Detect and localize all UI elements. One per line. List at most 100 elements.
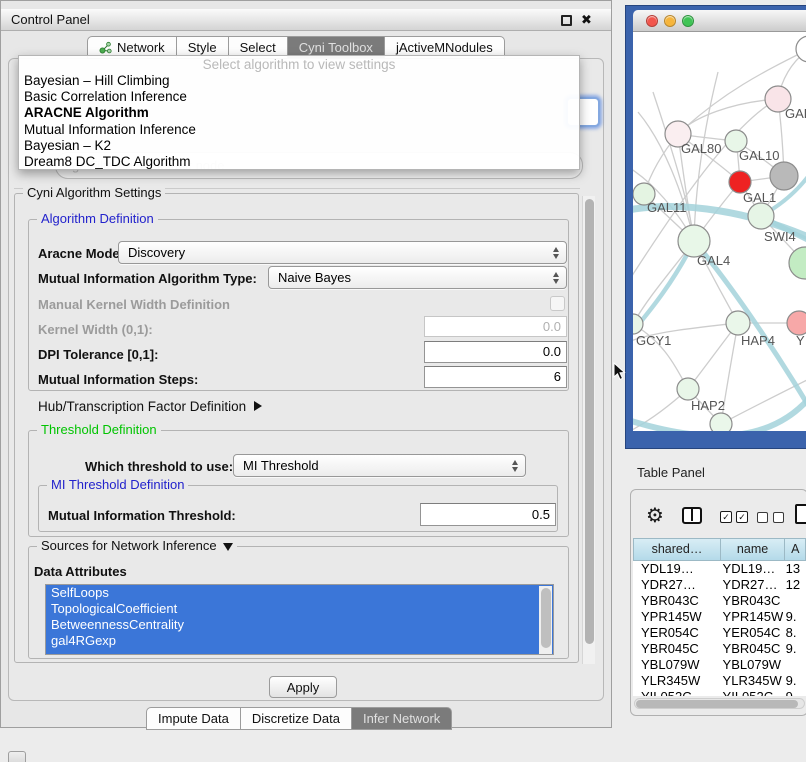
zoom-traffic-light-icon[interactable] [682, 15, 694, 27]
which-threshold-select[interactable]: MI Threshold [233, 454, 526, 477]
close-icon[interactable]: ✖ [581, 12, 592, 28]
data-attributes-list[interactable]: SelfLoopsTopologicalCoefficientBetweenne… [45, 584, 554, 655]
mi-type-select[interactable]: Naive Bayes [268, 266, 567, 289]
control-panel-titlebar[interactable]: Control Panel ✖ [1, 9, 611, 31]
stepper-arrows-icon [553, 272, 559, 284]
data-attributes-label: Data Attributes [34, 564, 127, 579]
tab-discretize-data[interactable]: Discretize Data [240, 707, 352, 730]
hub-definition-label: Hub/Transcription Factor Definition [38, 399, 246, 414]
table-row[interactable]: YBR045CYBR045C9. [633, 641, 806, 657]
table-row[interactable]: YLR345WYLR345W9. [633, 673, 806, 689]
table-row[interactable]: YBR043CYBR043C [633, 593, 806, 609]
network-node-label: GAL [785, 106, 806, 121]
network-node[interactable] [633, 314, 643, 334]
column-header-shared-name[interactable]: shared… [633, 538, 721, 561]
table-header: shared… name A [633, 538, 806, 561]
deselect-all-columns-icon[interactable] [757, 512, 784, 523]
data-attribute-item[interactable]: TopologicalCoefficient [46, 601, 553, 617]
network-edge-teal[interactable] [694, 241, 806, 422]
mi-steps-field[interactable]: 6 [424, 366, 567, 388]
table-row[interactable]: YBL079WYBL079W [633, 657, 806, 673]
table-row[interactable]: YDL19…YDL19…13 [633, 561, 806, 577]
aracne-mode-label: Aracne Mode: [38, 246, 124, 261]
float-window-icon[interactable] [561, 15, 572, 26]
network-node-label: GAL4 [697, 253, 730, 268]
column-layout-icon[interactable] [682, 507, 702, 524]
tab-infer-network[interactable]: Infer Network [351, 707, 452, 730]
stepper-arrows-icon [512, 460, 518, 472]
minimize-traffic-light-icon[interactable] [664, 15, 676, 27]
export-table-icon[interactable] [795, 504, 806, 524]
attributes-list-scrollbar[interactable] [539, 586, 552, 654]
close-traffic-light-icon[interactable] [646, 15, 658, 27]
data-attribute-item[interactable]: SelfLoops [46, 585, 553, 601]
algorithm-definition-title: Algorithm Definition [37, 211, 158, 226]
data-attribute-item[interactable]: BetweennessCentrality [46, 617, 553, 633]
aracne-mode-value: Discovery [128, 245, 185, 260]
dpi-tolerance-field[interactable]: 0.0 [424, 341, 567, 363]
network-node[interactable] [796, 36, 806, 62]
settings-group-title: Cyni Algorithm Settings [23, 185, 165, 200]
data-attribute-item[interactable]: gal4RGexp [46, 633, 553, 649]
mi-threshold-group-title: MI Threshold Definition [47, 477, 188, 492]
network-node-label: GAL10 [739, 148, 779, 163]
threshold-definition-title: Threshold Definition [37, 422, 161, 437]
attributes-scrollbar-thumb[interactable] [541, 588, 551, 648]
network-node[interactable] [748, 203, 774, 229]
kernel-width-label: Kernel Width (0,1): [38, 322, 153, 337]
manual-kernel-label: Manual Kernel Width Definition [38, 297, 230, 312]
hub-definition-toggle[interactable]: Hub/Transcription Factor Definition [38, 399, 262, 414]
network-node[interactable] [789, 247, 806, 279]
column-header-name[interactable]: name [720, 538, 785, 561]
network-window-titlebar[interactable] [633, 10, 806, 32]
collapsed-arrow-icon [254, 401, 262, 411]
table-panel-title: Table Panel [637, 465, 705, 480]
screen: Control Panel ✖ Network Style Select Cyn… [0, 0, 806, 762]
gear-icon[interactable]: ⚙ [646, 506, 664, 526]
settings-scrollbar[interactable] [582, 196, 595, 664]
network-node[interactable] [677, 378, 699, 400]
apply-button[interactable]: Apply [269, 676, 337, 698]
dpi-tolerance-label: DPI Tolerance [0,1]: [38, 347, 158, 362]
table-row[interactable]: YDR27…YDR27…12 [633, 577, 806, 593]
manual-kernel-checkbox[interactable] [550, 296, 565, 311]
dropdown-header: Select algorithm to view settings [19, 57, 579, 73]
network-node[interactable] [726, 311, 750, 335]
table-row[interactable]: YIL052CYIL052C9. [633, 689, 806, 696]
network-canvas[interactable]: GALGAL80GAL10GAL1GAL11SWI4GAL4GCY1HAP4YH… [633, 32, 806, 431]
expanded-arrow-icon [223, 543, 233, 551]
tab-impute-data[interactable]: Impute Data [146, 707, 241, 730]
network-node[interactable] [770, 162, 798, 190]
network-svg: GALGAL80GAL10GAL1GAL11SWI4GAL4GCY1HAP4YH… [633, 32, 806, 431]
network-edge[interactable] [678, 99, 778, 134]
mi-threshold-field[interactable]: 0.5 [420, 503, 556, 526]
network-node-label: SWI4 [764, 229, 796, 244]
column-header-partial[interactable]: A [784, 538, 806, 561]
network-node-label: Y [796, 333, 805, 348]
select-all-columns-icon[interactable]: ✓✓ [720, 511, 748, 523]
bottom-tabs: Impute Data Discretize Data Infer Networ… [146, 707, 452, 730]
table-row[interactable]: YER054CYER054C8. [633, 625, 806, 641]
network-node[interactable] [787, 311, 806, 335]
network-node[interactable] [710, 413, 732, 431]
sources-group-title[interactable]: Sources for Network Inference [37, 538, 237, 553]
algorithm-option[interactable]: Mutual Information Inference [19, 122, 579, 138]
algorithm-option[interactable]: Bayesian – K2 [19, 138, 579, 154]
network-window: GALGAL80GAL10GAL1GAL11SWI4GAL4GCY1HAP4YH… [625, 5, 806, 449]
algorithm-option[interactable]: Dream8 DC_TDC Algorithm [19, 154, 579, 170]
tab-network-label: Network [117, 40, 165, 55]
table-hscrollbar-thumb[interactable] [636, 700, 798, 708]
settings-scrollbar-thumb[interactable] [585, 199, 594, 644]
table-horizontal-scrollbar[interactable] [634, 698, 805, 709]
network-node-label: HAP2 [691, 398, 725, 413]
network-node-label: GCY1 [636, 333, 671, 348]
kernel-width-field[interactable]: 0.0 [424, 316, 567, 337]
network-node-label: GAL1 [743, 190, 776, 205]
network-edge[interactable] [694, 72, 718, 241]
algorithm-option[interactable]: ARACNE Algorithm [19, 105, 579, 121]
table-row[interactable]: YPR145WYPR145W9. [633, 609, 806, 625]
algorithm-option[interactable]: Basic Correlation Inference [19, 89, 579, 105]
minimized-panel-button[interactable] [8, 751, 26, 762]
algorithm-option[interactable]: Bayesian – Hill Climbing [19, 73, 579, 89]
aracne-mode-select[interactable]: Discovery [118, 241, 567, 264]
